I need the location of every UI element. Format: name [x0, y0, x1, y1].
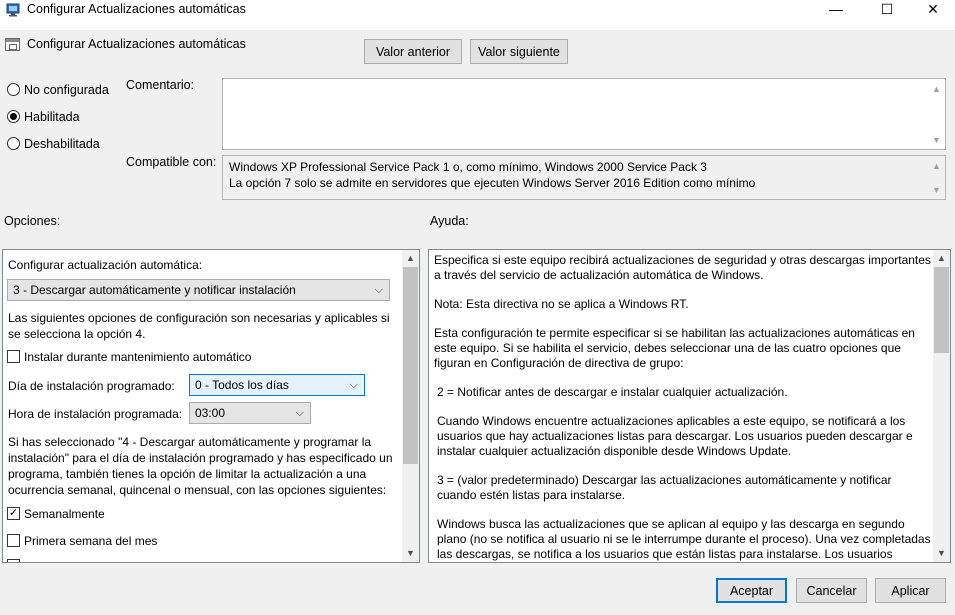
first-week-label: Primera semana del mes — [24, 534, 158, 548]
radio-label: Deshabilitada — [24, 137, 100, 151]
compatible-text: Windows XP Professional Service Pack 1 o… — [229, 159, 755, 191]
scrollbar-thumb[interactable] — [403, 267, 418, 464]
options-section-label: Opciones: — [4, 214, 61, 228]
scroll-up-icon[interactable]: ▲ — [929, 84, 944, 94]
scroll-down-icon[interactable]: ▼ — [933, 545, 950, 562]
next-checkbox-partial[interactable] — [7, 559, 20, 562]
maintenance-checkbox-row[interactable]: Instalar durante mantenimiento automátic… — [7, 349, 251, 365]
scroll-up-icon[interactable]: ▲ — [402, 250, 419, 267]
auto-update-label: Configurar actualización automática: — [8, 258, 203, 272]
auto-update-value: 3 - Descargar automáticamente y notifica… — [13, 283, 296, 297]
chevron-down-icon: ⌵ — [349, 379, 358, 391]
options-panel[interactable]: Configurar actualización automática: 3 -… — [2, 249, 420, 563]
option-4-note: Las siguientes opciones de configuración… — [8, 311, 390, 341]
radio-enabled[interactable]: Habilitada — [7, 109, 80, 125]
scroll-down-icon[interactable]: ▼ — [929, 185, 944, 195]
install-day-label: Día de instalación programado: — [8, 379, 175, 393]
help-panel[interactable]: Especifica si este equipo recibirá actua… — [428, 249, 951, 563]
maintenance-checkbox[interactable] — [7, 350, 20, 364]
schedule-note: Si has seleccionado "4 - Descargar autom… — [8, 435, 393, 497]
compatible-label: Compatible con: — [126, 155, 217, 169]
policy-name: Configurar Actualizaciones automáticas — [27, 37, 246, 51]
ok-button[interactable]: Aceptar — [716, 578, 787, 603]
policy-setting-icon — [5, 38, 20, 51]
radio-disabled[interactable]: Deshabilitada — [7, 136, 100, 152]
scroll-down-icon[interactable]: ▼ — [402, 545, 419, 562]
chevron-down-icon: ⌵ — [374, 284, 383, 296]
cancel-button[interactable]: Cancelar — [796, 578, 867, 603]
title-bar[interactable]: Configurar Actualizaciones automáticas —… — [0, 0, 955, 30]
install-hour-value: 03:00 — [195, 406, 226, 420]
weekly-checkbox-row[interactable]: ✓ Semanalmente — [7, 506, 105, 522]
maximize-button[interactable]: ☐ — [867, 0, 907, 20]
help-paragraph: Cuando Windows encuentre actualizaciones… — [437, 414, 913, 458]
help-paragraph: Windows busca las actualizaciones que se… — [437, 517, 931, 561]
scroll-down-icon[interactable]: ▼ — [929, 135, 944, 145]
help-paragraph: Esta configuración te permite especifica… — [434, 326, 915, 370]
radio-not-configured[interactable]: No configurada — [7, 82, 109, 98]
first-week-checkbox-row[interactable]: Primera semana del mes — [7, 533, 157, 549]
compatible-line-1: Windows XP Professional Service Pack 1 o… — [229, 160, 707, 174]
help-paragraph: 2 = Notificar antes de descargar e insta… — [437, 385, 788, 399]
help-text: Especifica si este equipo recibirá actua… — [434, 253, 932, 562]
maintenance-label: Instalar durante mantenimiento automátic… — [24, 350, 252, 364]
radio-circle[interactable] — [7, 137, 20, 151]
comment-label: Comentario: — [126, 78, 195, 92]
radio-label: No configurada — [24, 83, 109, 97]
radio-circle-selected[interactable] — [7, 110, 20, 124]
minimize-button[interactable]: — — [816, 0, 856, 20]
weekly-label: Semanalmente — [24, 507, 105, 521]
help-scrollbar[interactable]: ▲ ▼ — [933, 250, 950, 562]
install-day-value: 0 - Todos los días — [195, 378, 289, 392]
auto-update-dropdown[interactable]: 3 - Descargar automáticamente y notifica… — [7, 279, 390, 301]
help-section-label: Ayuda: — [430, 214, 469, 228]
chevron-down-icon: ⌵ — [295, 407, 304, 419]
policy-editor-icon — [6, 3, 20, 17]
install-hour-dropdown[interactable]: 03:00 ⌵ — [189, 402, 311, 424]
scroll-up-icon[interactable]: ▲ — [929, 161, 944, 171]
comment-textarea[interactable]: ▲ ▼ — [222, 78, 946, 150]
help-paragraph: Nota: Esta directiva no se aplica a Wind… — [434, 297, 689, 311]
radio-label: Habilitada — [24, 110, 80, 124]
window-title: Configurar Actualizaciones automáticas — [27, 2, 246, 16]
scroll-up-icon[interactable]: ▲ — [933, 250, 950, 267]
scrollbar-thumb[interactable] — [934, 267, 949, 353]
compatible-line-2: La opción 7 solo se admite en servidores… — [229, 176, 756, 190]
help-paragraph: Especifica si este equipo recibirá actua… — [434, 253, 931, 282]
help-paragraph: 3 = (valor predeterminado) Descargar las… — [437, 473, 892, 502]
weekly-checkbox[interactable]: ✓ — [7, 507, 20, 521]
install-day-dropdown[interactable]: 0 - Todos los días ⌵ — [189, 374, 365, 396]
close-button[interactable]: ✕ — [913, 0, 953, 20]
next-setting-button[interactable]: Valor siguiente — [470, 39, 568, 64]
previous-setting-button[interactable]: Valor anterior — [364, 39, 462, 64]
options-scrollbar[interactable]: ▲ ▼ — [402, 250, 419, 562]
first-week-checkbox[interactable] — [7, 534, 20, 548]
apply-button[interactable]: Aplicar — [875, 578, 946, 603]
install-hour-label: Hora de instalación programada: — [8, 407, 183, 421]
radio-circle[interactable] — [7, 83, 20, 97]
